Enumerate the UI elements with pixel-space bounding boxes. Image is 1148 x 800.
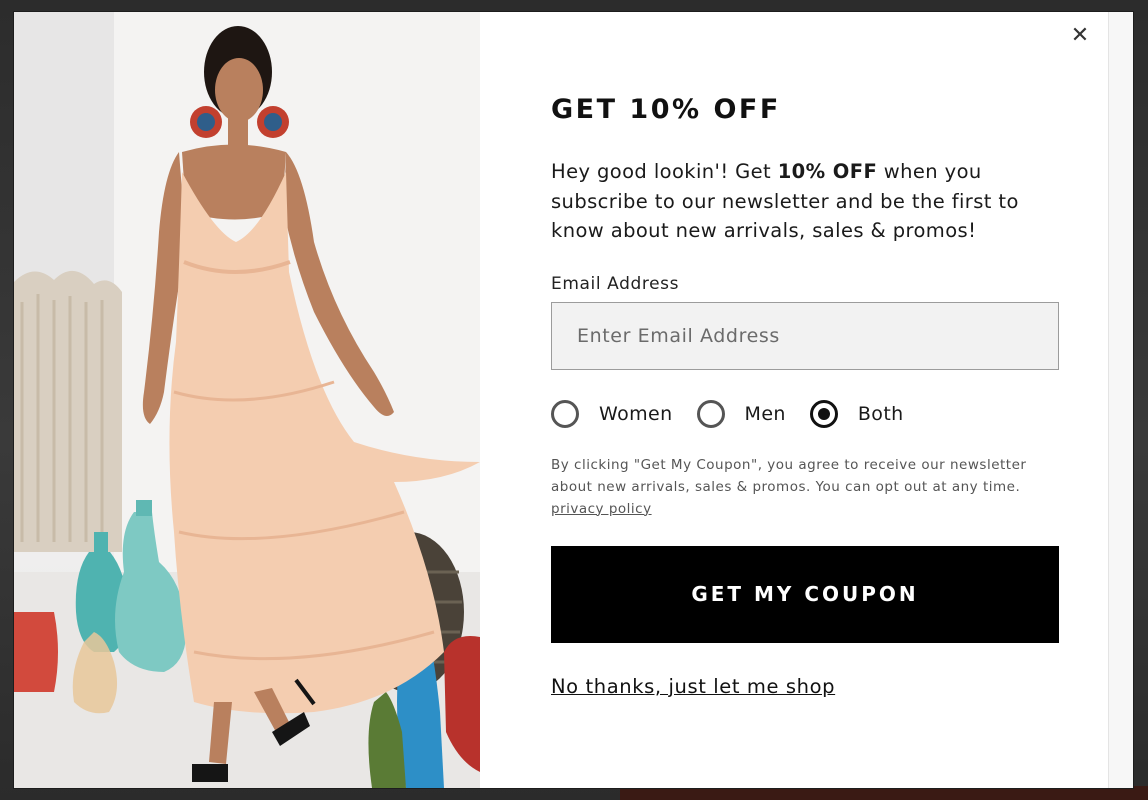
intro-discount-highlight: 10% OFF — [777, 160, 878, 183]
intro-text-start: Hey good lookin'! Get — [551, 160, 778, 183]
email-input[interactable] — [551, 301, 1059, 370]
signup-panel: ✕ GET 10% OFF Hey good lookin'! Get 10% … — [480, 12, 1133, 788]
consent-copy: By clicking "Get My Coupon", you agree t… — [551, 456, 1027, 495]
radio-men-circle[interactable] — [696, 399, 725, 428]
radio-women-circle[interactable] — [551, 399, 579, 428]
gender-preference-group: Women Men Both — [551, 396, 1059, 432]
close-icon[interactable]: ✕ — [1070, 25, 1090, 47]
email-label: Email Address — [551, 273, 680, 294]
radio-both[interactable]: Both — [809, 399, 904, 428]
radio-men[interactable]: Men — [696, 399, 786, 428]
radio-men-label: Men — [744, 402, 786, 425]
intro-text: Hey good lookin'! Get 10% OFF when you s… — [551, 157, 1059, 246]
radio-women[interactable]: Women — [551, 399, 673, 428]
radio-both-label: Both — [857, 402, 904, 425]
radio-both-circle[interactable] — [809, 399, 838, 428]
model-illustration — [14, 12, 480, 788]
no-thanks-link[interactable]: No thanks, just let me shop — [551, 675, 835, 698]
consent-text: By clicking "Get My Coupon", you agree t… — [551, 454, 1059, 520]
privacy-policy-link[interactable]: privacy policy — [551, 501, 652, 517]
signup-content: GET 10% OFF Hey good lookin'! Get 10% OF… — [551, 94, 1059, 698]
get-coupon-button[interactable]: GET MY COUPON — [551, 545, 1059, 643]
radio-women-label: Women — [599, 402, 673, 425]
panel-edge — [1108, 12, 1133, 788]
popup-headline: GET 10% OFF — [551, 94, 781, 125]
newsletter-popup: ✕ GET 10% OFF Hey good lookin'! Get 10% … — [14, 12, 1133, 788]
hero-fashion-photo — [14, 12, 480, 788]
